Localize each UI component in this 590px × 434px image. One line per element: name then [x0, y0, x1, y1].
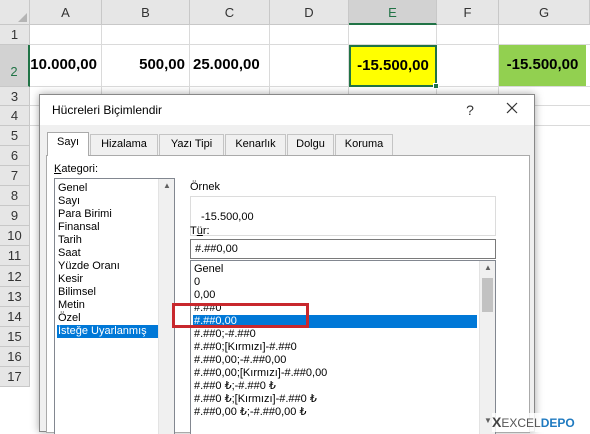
format-item[interactable]: #.##0 ₺;-#.##0 ₺ [193, 380, 276, 393]
tab-protection[interactable]: Koruma [335, 134, 393, 155]
type-label: Tür: [190, 225, 210, 237]
row-header-16[interactable]: 16 [0, 347, 30, 367]
watermark-excel: EXCEL [501, 416, 541, 430]
row-header-5[interactable]: 5 [0, 126, 30, 146]
format-item[interactable]: 0 [193, 276, 200, 289]
format-item[interactable]: Genel [193, 263, 223, 276]
row-header-11[interactable]: 11 [0, 246, 30, 266]
column-header-f[interactable]: F [437, 0, 499, 25]
category-item[interactable]: Bilimsel [57, 286, 96, 299]
category-label: Kategori: [54, 163, 98, 175]
annotation-highlight-box [172, 303, 309, 328]
close-button[interactable] [502, 100, 522, 120]
column-header-e[interactable]: E [349, 0, 437, 25]
tab-border[interactable]: Kenarlık [225, 134, 286, 155]
category-item[interactable]: Saat [57, 247, 81, 260]
cell-g2[interactable]: -15.500,00 [499, 45, 586, 86]
select-all-button[interactable] [0, 0, 30, 25]
sample-label: Örnek [190, 181, 220, 193]
category-label-rest: ategori: [61, 163, 99, 175]
tab-alignment[interactable]: Hizalama [90, 134, 158, 155]
sample-value: -15.500,00 [201, 211, 254, 223]
category-item[interactable]: Kesir [57, 273, 83, 286]
watermark-logo: XEXCELDEPO [492, 413, 590, 432]
type-label-pre: T [190, 225, 197, 237]
format-item[interactable]: #.##0,00;-#.##0,00 [193, 354, 286, 367]
category-item[interactable]: Genel [57, 182, 87, 195]
format-item[interactable]: 0,00 [193, 289, 215, 302]
cell-b2[interactable]: 500,00 [102, 45, 189, 86]
format-list[interactable]: Genel 0 0,00 #.##0 #.##0,00 #.##0;-#.##0… [190, 260, 496, 434]
category-list[interactable]: Genel Sayı Para Birimi Finansal Tarih Sa… [54, 178, 175, 434]
category-item[interactable]: Özel [57, 312, 81, 325]
row-header-3[interactable]: 3 [0, 87, 30, 106]
format-scroll-thumb[interactable] [482, 278, 493, 312]
row-header-10[interactable]: 10 [0, 226, 30, 246]
format-item[interactable]: #.##0;[Kırmızı]-#.##0 [193, 341, 297, 354]
format-scrollbar[interactable]: ▲ ▼ [479, 261, 495, 434]
category-item[interactable]: Yüzde Oranı [57, 260, 120, 273]
category-item[interactable]: Tarih [57, 234, 82, 247]
column-header-d[interactable]: D [270, 0, 349, 25]
category-item-selected[interactable]: İsteğe Uyarlanmış [57, 325, 158, 338]
tab-number[interactable]: Sayı [47, 132, 89, 156]
scroll-up-icon[interactable]: ▲ [159, 179, 174, 193]
cell-e2[interactable]: -15.500,00 [349, 45, 437, 87]
tab-font[interactable]: Yazı Tipi [159, 134, 224, 155]
help-button[interactable]: ? [460, 100, 480, 120]
row-header-6[interactable]: 6 [0, 146, 30, 166]
watermark-depo: DEPO [540, 416, 575, 430]
fill-handle[interactable] [433, 83, 439, 89]
format-item[interactable]: #.##0,00;[Kırmızı]-#.##0,00 [193, 367, 327, 380]
category-item[interactable]: Para Birimi [57, 208, 112, 221]
column-header-g[interactable]: G [499, 0, 590, 25]
format-cells-dialog: Hücreleri Biçimlendir ? Sayı Hizalama Ya… [39, 94, 535, 434]
format-item[interactable]: #.##0;-#.##0 [193, 328, 256, 341]
watermark-x: X [492, 414, 502, 430]
gridline [30, 86, 590, 87]
dialog-titlebar[interactable]: Hücreleri Biçimlendir ? [40, 95, 534, 125]
row-header-8[interactable]: 8 [0, 186, 30, 206]
column-header-a[interactable]: A [30, 0, 102, 25]
cell-c2[interactable]: 25.000,00 [190, 45, 269, 86]
row-header-7[interactable]: 7 [0, 166, 30, 186]
number-tab-panel: Kategori: Genel Sayı Para Birimi Finansa… [46, 155, 530, 434]
row-header-1[interactable]: 1 [0, 25, 30, 45]
tab-fill[interactable]: Dolgu [287, 134, 334, 155]
format-item[interactable]: #.##0 ₺;[Kırmızı]-#.##0 ₺ [193, 393, 317, 406]
column-header-b[interactable]: B [102, 0, 190, 25]
row-header-14[interactable]: 14 [0, 307, 30, 327]
sample-box: -15.500,00 [190, 196, 496, 236]
scroll-up-icon[interactable]: ▲ [480, 261, 495, 275]
category-item[interactable]: Sayı [57, 195, 80, 208]
row-header-17[interactable]: 17 [0, 367, 30, 387]
row-header-12[interactable]: 12 [0, 266, 30, 287]
category-item[interactable]: Metin [57, 299, 85, 312]
type-label-post: r: [202, 225, 210, 237]
row-header-4[interactable]: 4 [0, 106, 30, 126]
column-header-c[interactable]: C [190, 0, 270, 25]
cell-a2[interactable]: 10.000,00 [30, 45, 101, 86]
type-input[interactable]: #.##0,00 [190, 239, 496, 259]
row-header-9[interactable]: 9 [0, 206, 30, 226]
row-header-15[interactable]: 15 [0, 327, 30, 347]
format-item[interactable]: #.##0,00 ₺;-#.##0,00 ₺ [193, 406, 306, 419]
category-item[interactable]: Finansal [57, 221, 100, 234]
row-header-13[interactable]: 13 [0, 287, 30, 307]
row-header-2[interactable]: 2 [0, 45, 30, 87]
dialog-title: Hücreleri Biçimlendir [52, 103, 163, 117]
close-icon [506, 102, 518, 114]
